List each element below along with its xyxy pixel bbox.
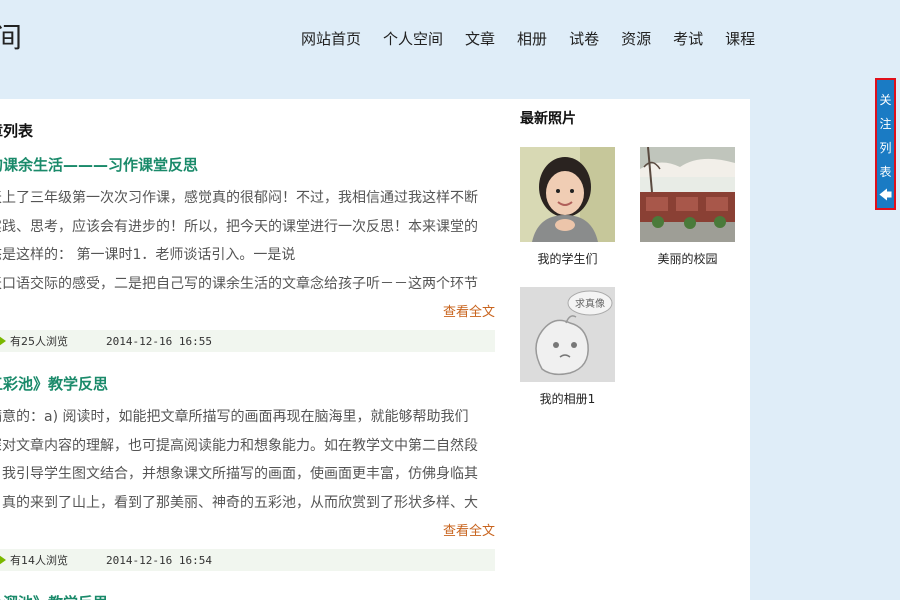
excerpt-line: 态是这样的： 第一课时1．老师谈话引入。一是说 [0,247,296,263]
excerpt-line: ，真的来到了山上，看到了那美丽、神奇的五彩池，从而欣赏到了形状多样、大 [0,494,478,511]
excerpt-line: 满意的：a) 阅读时，如能把文章所描写的画面再现在脑海里，就能够帮助我们 [0,409,469,425]
article-excerpt: 天上了三年级第一次次习作课，感觉真的很郁闷！不过，我相信通过我这样不断 实践、思… [0,184,495,298]
article-title[interactable]: 五彩池》教学反思 [0,373,495,395]
photo-caption[interactable]: 美丽的校园 [640,250,735,267]
post-date: 2014-12-16 16:55 [106,334,212,348]
latest-photos-title: 最新照片 [520,111,576,127]
excerpt-line: 天上了三年级第一次次习作课，感觉真的很郁闷！不过，我相信通过我这样不断 [0,190,478,206]
main-nav: 网站首页 个人空间 文章 相册 试卷 资源 考试 课程 [290,28,766,50]
placeholder-badge-text: 求真像 [575,297,605,310]
article-title[interactable]: 的课余生活———习作课堂反思 [0,154,495,176]
article-item: 小溜池》教学反思 [0,592,495,600]
bullet-arrow-icon [0,555,6,565]
photo-caption[interactable]: 我的相册1 [520,390,615,407]
follow-list-tab[interactable]: 关 注 列 表 🡄 [875,78,896,210]
article-item: 的课余生活———习作课堂反思 天上了三年级第一次次习作课，感觉真的很郁闷！不过，… [0,154,495,352]
article-item: 五彩池》教学反思 满意的：a) 阅读时，如能把文章所描写的画面再现在脑海里，就能… [0,373,495,571]
read-more-link[interactable]: 查看全文 [0,523,495,541]
main-panel: 章列表 的课余生活———习作课堂反思 天上了三年级第一次次习作课，感觉真的很郁闷… [0,99,750,600]
nav-papers[interactable]: 试卷 [558,28,610,50]
photo-item[interactable]: 我的学生们 [520,147,615,267]
follow-char: 关 [879,93,892,107]
nav-personal-space[interactable]: 个人空间 [372,28,454,50]
bullet-arrow-icon [0,336,6,346]
follow-char: 列 [879,141,892,155]
excerpt-line: 实践、思考，应该会有进步的！所以，把今天的课堂进行一次反思！本来课堂的 [0,218,478,235]
excerpt-line: 天口语交际的感受，二是把自己写的课余生活的文章念给孩子听－－这两个环节 [0,275,478,292]
excerpt-line: ，我引导学生图文结合，并想象课文所描写的画面，使画面更丰富，仿佛身临其 [0,466,478,482]
girl-photo-thumbnail[interactable] [520,147,615,242]
article-meta: 有25人浏览 2014-12-16 16:55 [0,330,495,352]
post-date: 2014-12-16 16:54 [106,553,212,567]
follow-char: 注 [879,117,892,131]
section-title: 章列表 [0,122,34,140]
arrow-left-icon: 🡄 [878,188,893,203]
campus-photo-thumbnail[interactable] [640,147,735,242]
nav-albums[interactable]: 相册 [506,28,558,50]
view-count: 有14人浏览 [10,554,68,567]
view-count: 有25人浏览 [10,335,68,348]
nav-articles[interactable]: 文章 [454,28,506,50]
photo-caption[interactable]: 我的学生们 [520,250,615,267]
nav-exams[interactable]: 考试 [662,28,714,50]
nav-courses[interactable]: 课程 [714,28,766,50]
article-meta: 有14人浏览 2014-12-16 16:54 [0,549,495,571]
follow-char: 表 [879,165,892,179]
excerpt-line: 深对文章内容的理解，也可提高阅读能力和想象能力。如在教学文中第二自然段 [0,437,478,454]
article-title[interactable]: 小溜池》教学反思 [0,592,495,600]
nav-home[interactable]: 网站首页 [290,28,372,50]
photo-item[interactable]: 求真像 我的相册1 [520,287,615,407]
read-more-link[interactable]: 查看全文 [0,304,495,322]
article-excerpt: 满意的：a) 阅读时，如能把文章所描写的画面再现在脑海里，就能够帮助我们 深对文… [0,403,495,517]
site-title: 间 [0,21,23,54]
photo-item[interactable]: 美丽的校园 [640,147,735,267]
nav-resources[interactable]: 资源 [610,28,662,50]
placeholder-photo-thumbnail[interactable]: 求真像 [520,287,615,382]
